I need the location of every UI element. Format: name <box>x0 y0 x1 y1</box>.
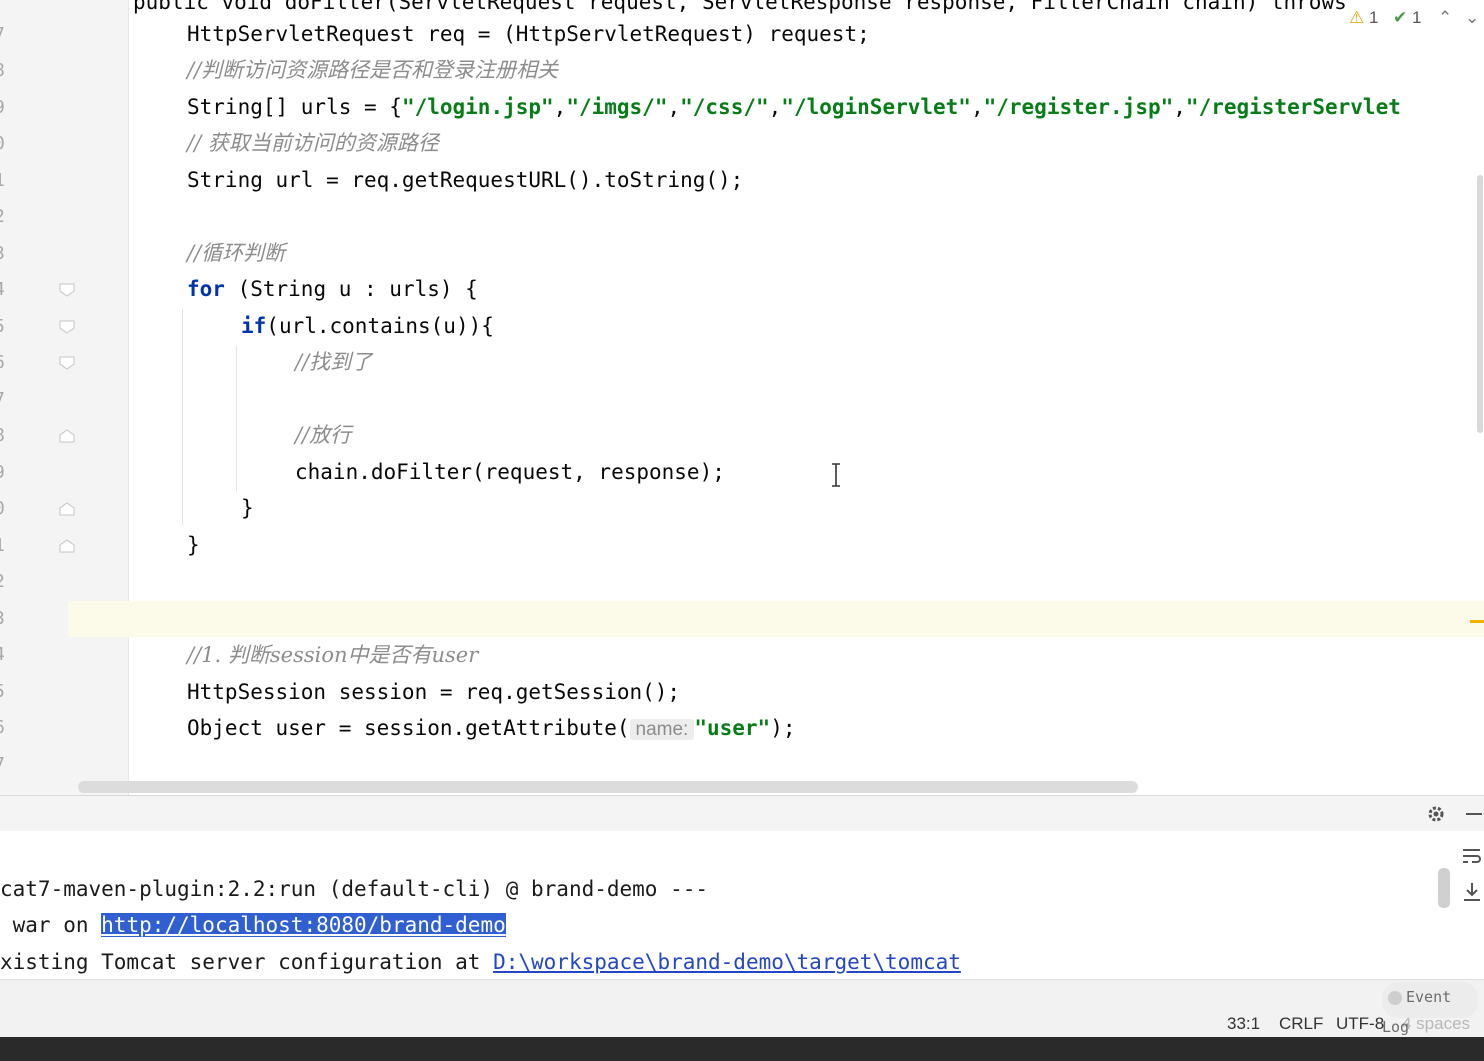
typo-count[interactable]: ✔ 1 <box>1393 8 1421 28</box>
line-number: 2 <box>0 571 8 592</box>
code-line[interactable]: chain.doFilter(request, response); <box>295 454 725 490</box>
line-number: 8 <box>0 60 8 81</box>
previous-highlight-icon[interactable]: ⌃ <box>1438 8 1452 28</box>
fold-marker-icon[interactable] <box>59 320 75 334</box>
run-console-output[interactable]: cat7-maven-plugin:2.2:run (default-cli) … <box>0 831 1484 979</box>
code-line[interactable]: for (String u : urls) { <box>187 271 478 307</box>
console-line: cat7-maven-plugin:2.2:run (default-cli) … <box>0 877 709 901</box>
fold-end-marker-icon[interactable] <box>59 502 75 516</box>
line-number: 1 <box>0 535 8 556</box>
line-number: 7 <box>0 389 8 410</box>
line-number: 3 <box>0 608 8 629</box>
current-line-marker <box>1470 620 1484 623</box>
line-number: 7 <box>0 24 8 45</box>
file-encoding[interactable]: UTF-8 <box>1336 1014 1384 1034</box>
line-number: 7 <box>0 754 8 775</box>
line-number: 6 <box>0 717 8 738</box>
indent-guide <box>236 346 237 491</box>
fold-marker-icon[interactable] <box>59 283 75 297</box>
event-log-button[interactable]: Event Log <box>1382 982 1478 1036</box>
line-number-gutter[interactable]: 7 8 9 0 1 2 3 4 5 6 7 8 9 0 1 2 3 4 5 6 … <box>0 0 129 795</box>
warning-icon: ⚠ <box>1349 8 1365 27</box>
line-number: 0 <box>0 133 8 154</box>
code-line[interactable]: HttpServletRequest req = (HttpServletReq… <box>187 16 870 52</box>
editor-horizontal-scrollbar[interactable] <box>78 781 1138 793</box>
code-line[interactable]: HttpSession session = req.getSession(); <box>187 674 680 710</box>
next-highlight-icon[interactable]: ⌄ <box>1465 8 1479 28</box>
code-line[interactable]: //找到了 <box>295 344 372 380</box>
console-line: xisting Tomcat server configuration at D… <box>0 950 961 974</box>
line-number: 2 <box>0 206 8 227</box>
line-number: 9 <box>0 462 8 483</box>
text-cursor-icon <box>832 463 840 487</box>
code-line[interactable]: String url = req.getRequestURL().toStrin… <box>187 162 743 198</box>
console-scrollbar[interactable] <box>1438 868 1450 908</box>
editor-vertical-scrollbar[interactable] <box>1477 175 1483 433</box>
line-number: 5 <box>0 316 8 337</box>
code-line[interactable]: Object user = session.getAttribute(name:… <box>187 710 795 746</box>
indent-guide <box>182 309 183 525</box>
fold-marker-icon[interactable] <box>59 356 75 370</box>
os-taskbar <box>0 1037 1484 1061</box>
code-line[interactable]: if(url.contains(u)){ <box>241 308 494 344</box>
caret-position[interactable]: 33:1 <box>1227 1014 1260 1034</box>
code-line[interactable]: String[] urls = {"/login.jsp","/imgs/","… <box>187 89 1401 125</box>
line-number: 9 <box>0 97 8 118</box>
line-number: 5 <box>0 681 8 702</box>
event-log-icon <box>1388 990 1402 1005</box>
minimize-icon[interactable] <box>1464 804 1484 824</box>
line-number: 6 <box>0 352 8 373</box>
status-bar: 33:1 CRLF UTF-8 4 spaces <box>0 979 1484 1038</box>
code-line[interactable]: //放行 <box>295 417 351 453</box>
soft-wrap-icon[interactable] <box>1460 844 1484 868</box>
warning-count[interactable]: ⚠ 1 <box>1349 8 1378 28</box>
line-number: 3 <box>0 243 8 264</box>
code-line[interactable]: } <box>187 527 200 563</box>
line-separator[interactable]: CRLF <box>1279 1014 1323 1034</box>
gear-icon[interactable] <box>1426 804 1446 824</box>
code-line[interactable]: //判断访问资源路径是否和登录注册相关 <box>187 52 558 88</box>
localhost-link[interactable]: http://localhost:8080/brand-demo <box>101 913 506 937</box>
code-line[interactable]: //循环判断 <box>187 235 285 271</box>
tomcat-path-link[interactable]: D:\workspace\brand-demo\target\tomcat <box>493 950 961 974</box>
code-line[interactable]: // 获取当前访问的资源路径 <box>187 125 439 161</box>
current-line-highlight <box>68 601 1484 637</box>
line-number: 4 <box>0 279 8 300</box>
line-number: 1 <box>0 170 8 191</box>
fold-end-marker-icon[interactable] <box>59 429 75 443</box>
console-line: war on http://localhost:8080/brand-demo <box>0 913 506 937</box>
code-line[interactable]: //1. 判断session中是否有user <box>187 637 478 673</box>
line-number: 8 <box>0 425 8 446</box>
code-line[interactable]: } <box>241 490 254 526</box>
line-number: 4 <box>0 644 8 665</box>
parameter-hint: name: <box>629 719 695 740</box>
code-editor[interactable]: 7 8 9 0 1 2 3 4 5 6 7 8 9 0 1 2 3 4 5 6 … <box>0 0 1484 795</box>
fold-end-marker-icon[interactable] <box>59 539 75 553</box>
line-number: 0 <box>0 498 8 519</box>
check-icon: ✔ <box>1393 8 1408 27</box>
run-tool-window-header <box>0 795 1484 832</box>
scroll-to-end-icon[interactable] <box>1460 880 1484 904</box>
